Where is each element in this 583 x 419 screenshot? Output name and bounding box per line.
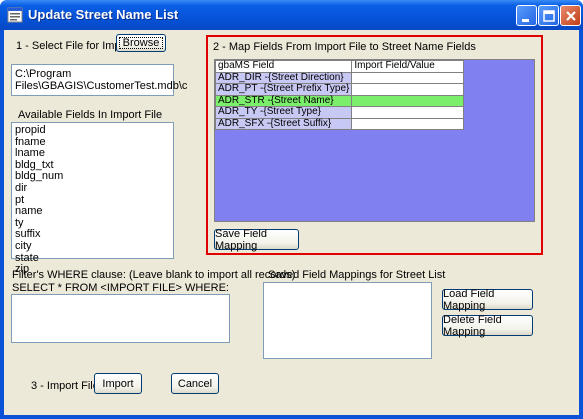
gba-field-cell: ADR_PT -{Street Prefix Type} bbox=[214, 83, 353, 96]
gba-field-cell: ADR_STR -{Street Name} bbox=[214, 94, 353, 107]
window-title: Update Street Name List bbox=[28, 7, 179, 22]
saved-mappings-list[interactable] bbox=[263, 282, 432, 359]
file-path-box[interactable]: C:\Program Files\GBAGIS\CustomerTest.mdb… bbox=[11, 64, 188, 96]
mapping-grid[interactable]: gbaMS Field Import Field/Value ADR_DIR -… bbox=[214, 59, 535, 222]
import-file-label: 3 - Import File bbox=[31, 380, 99, 392]
sql-prefix-label: SELECT * FROM <IMPORT FILE> WHERE: bbox=[12, 282, 229, 294]
table-row[interactable]: ADR_TY -{Street Type} bbox=[214, 106, 465, 119]
maximize-button[interactable] bbox=[538, 5, 559, 26]
table-row-selected[interactable]: ADR_STR -{Street Name} bbox=[214, 94, 465, 107]
mapping-title: 2 - Map Fields From Import File to Stree… bbox=[213, 41, 476, 53]
import-value-cell[interactable] bbox=[351, 117, 465, 130]
close-icon bbox=[566, 11, 576, 21]
table-row[interactable]: ADR_SFX -{Street Suffix} bbox=[214, 117, 465, 130]
mapping-table: gbaMS Field Import Field/Value ADR_DIR -… bbox=[214, 60, 465, 130]
filter-label: Filter's WHERE clause: (Leave blank to i… bbox=[12, 269, 296, 281]
delete-field-mapping-button[interactable]: Delete Field Mapping bbox=[442, 314, 533, 338]
column-header-import-field: Import Field/Value bbox=[351, 60, 465, 73]
minimize-icon bbox=[522, 19, 529, 22]
file-path-line1: C:\Program bbox=[15, 68, 72, 80]
cancel-button[interactable]: Cancel bbox=[171, 373, 219, 394]
import-value-cell[interactable] bbox=[351, 106, 465, 119]
maximize-icon bbox=[543, 10, 555, 22]
list-item[interactable]: name bbox=[15, 206, 173, 218]
saved-mappings-label: Saved Field Mappings for Street List bbox=[268, 269, 446, 281]
import-value-cell[interactable] bbox=[351, 71, 465, 84]
import-button[interactable]: Import bbox=[94, 373, 142, 394]
available-fields-label: Available Fields In Import File bbox=[18, 109, 163, 121]
file-path-line2: Files\GBAGIS\CustomerTest.mdb\c bbox=[15, 80, 188, 92]
gba-field-cell: ADR_DIR -{Street Direction} bbox=[214, 71, 353, 84]
field-mapping-frame: 2 - Map Fields From Import File to Stree… bbox=[206, 35, 543, 255]
close-button[interactable] bbox=[560, 5, 581, 26]
list-item[interactable]: city bbox=[15, 240, 173, 253]
import-value-cell[interactable] bbox=[351, 94, 465, 107]
minimize-button[interactable] bbox=[516, 5, 537, 26]
app-icon bbox=[7, 7, 23, 23]
import-value-cell[interactable] bbox=[351, 83, 465, 96]
load-field-mapping-button[interactable]: Load Field Mapping bbox=[442, 288, 533, 312]
save-field-mapping-button[interactable]: Save Field Mapping bbox=[214, 228, 299, 252]
table-row[interactable]: ADR_DIR -{Street Direction} bbox=[214, 71, 465, 84]
app-window: Update Street Name List 1 - Select File … bbox=[0, 0, 583, 419]
column-header-gba-field: gbaMS Field bbox=[214, 60, 353, 73]
available-fields-list[interactable]: propid fname lname bldg_txt bldg_num dir… bbox=[11, 122, 174, 275]
list-item[interactable]: dir bbox=[15, 182, 173, 195]
list-item[interactable]: state bbox=[15, 252, 173, 265]
table-row[interactable]: ADR_PT -{Street Prefix Type} bbox=[214, 83, 465, 96]
title-bar[interactable]: Update Street Name List bbox=[0, 0, 583, 30]
where-clause-input[interactable] bbox=[11, 294, 230, 343]
table-header-row: gbaMS Field Import Field/Value bbox=[214, 60, 465, 73]
browse-button[interactable]: Browse bbox=[116, 34, 166, 52]
list-item[interactable]: propid bbox=[15, 124, 173, 137]
list-item[interactable]: bldg_num bbox=[15, 171, 173, 183]
gba-field-cell: ADR_TY -{Street Type} bbox=[214, 106, 353, 119]
gba-field-cell: ADR_SFX -{Street Suffix} bbox=[214, 117, 353, 130]
dialog-client: 1 - Select File for Import: Browse C:\Pr… bbox=[4, 30, 579, 415]
list-item[interactable]: suffix bbox=[15, 229, 173, 241]
